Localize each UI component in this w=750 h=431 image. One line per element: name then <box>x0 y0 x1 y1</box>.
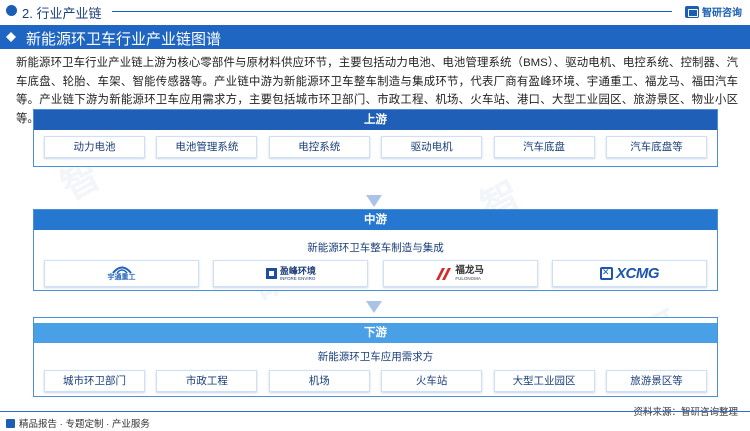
downstream-box: 下游 新能源环卫车应用需求方 城市环卫部门 市政工程 机场 火车站 大型工业园区… <box>33 317 718 397</box>
downstream-item: 大型工业园区 <box>493 370 595 392</box>
downstream-item: 机场 <box>268 370 370 392</box>
down-arrow-icon <box>366 301 382 313</box>
downstream-heading: 下游 <box>34 323 717 343</box>
page-title: 新能源环卫车行业产业链图谱 <box>26 31 222 48</box>
title-bar: 新能源环卫车行业产业链图谱 <box>0 25 750 49</box>
upstream-item: 驱动电机 <box>381 136 483 158</box>
fulongma-logo-text-en: FULONGMA <box>455 276 481 281</box>
header-divider <box>112 11 672 12</box>
footer-divider <box>0 411 750 412</box>
brand-logo-icon <box>685 5 699 18</box>
fulongma-logo-card: 福龙马 FULONGMA <box>382 260 538 287</box>
diamond-icon <box>6 32 16 42</box>
brand: 智研咨询 <box>685 4 742 19</box>
xcmg-logo-text: XCMG <box>615 265 660 282</box>
yutong-logo-text: 宇通重工 <box>107 274 136 281</box>
xcmg-logo-card: XCMG <box>551 260 707 287</box>
infore-logo-icon <box>265 268 277 279</box>
upstream-heading: 上游 <box>34 110 717 130</box>
section-bullet-icon <box>6 5 17 16</box>
downstream-item: 火车站 <box>381 370 483 392</box>
midstream-heading: 中游 <box>34 210 717 230</box>
infore-logo-text-en: INFORE ENVIRO <box>279 276 316 281</box>
upstream-item: 汽车底盘等 <box>605 136 707 158</box>
footer-tagline-text: 精品报告 · 专题定制 · 产业服务 <box>19 419 150 430</box>
upstream-item: 汽车底盘 <box>493 136 595 158</box>
yutong-logo-icon <box>111 266 132 274</box>
midstream-subtitle: 新能源环卫车整车制造与集成 <box>307 242 444 254</box>
downstream-subtitle: 新能源环卫车应用需求方 <box>317 351 434 363</box>
downstream-item: 城市环卫部门 <box>44 370 145 392</box>
fulongma-logo-icon <box>436 267 452 280</box>
infore-logo-card: 盈峰环境 INFORE ENVIRO <box>213 260 369 287</box>
footer-logo-icon <box>6 418 15 428</box>
midstream-box: 中游 新能源环卫车整车制造与集成 宇通重工 盈峰环境 INFORE ENVIRO <box>33 209 718 291</box>
top-header: 2. 行业产业链 智研咨询 <box>0 0 750 22</box>
section-title: 2. 行业产业链 <box>22 6 102 21</box>
brand-name: 智研咨询 <box>702 8 742 19</box>
xcmg-logo-icon <box>599 267 613 280</box>
down-arrow-icon <box>366 195 382 207</box>
yutong-logo-card: 宇通重工 <box>44 260 199 287</box>
upstream-box: 上游 动力电池 电池管理系统 电控系统 驱动电机 汽车底盘 汽车底盘等 <box>33 109 718 167</box>
fulongma-logo-text-cn: 福龙马 <box>455 265 484 276</box>
upstream-item: 动力电池 <box>44 136 145 158</box>
downstream-item: 旅游景区等 <box>605 370 707 392</box>
upstream-item: 电控系统 <box>268 136 370 158</box>
upstream-item: 电池管理系统 <box>156 136 258 158</box>
footer-tagline: 精品报告 · 专题定制 · 产业服务 <box>6 416 150 430</box>
infore-logo-text-cn: 盈峰环境 <box>279 266 316 276</box>
downstream-item: 市政工程 <box>156 370 258 392</box>
